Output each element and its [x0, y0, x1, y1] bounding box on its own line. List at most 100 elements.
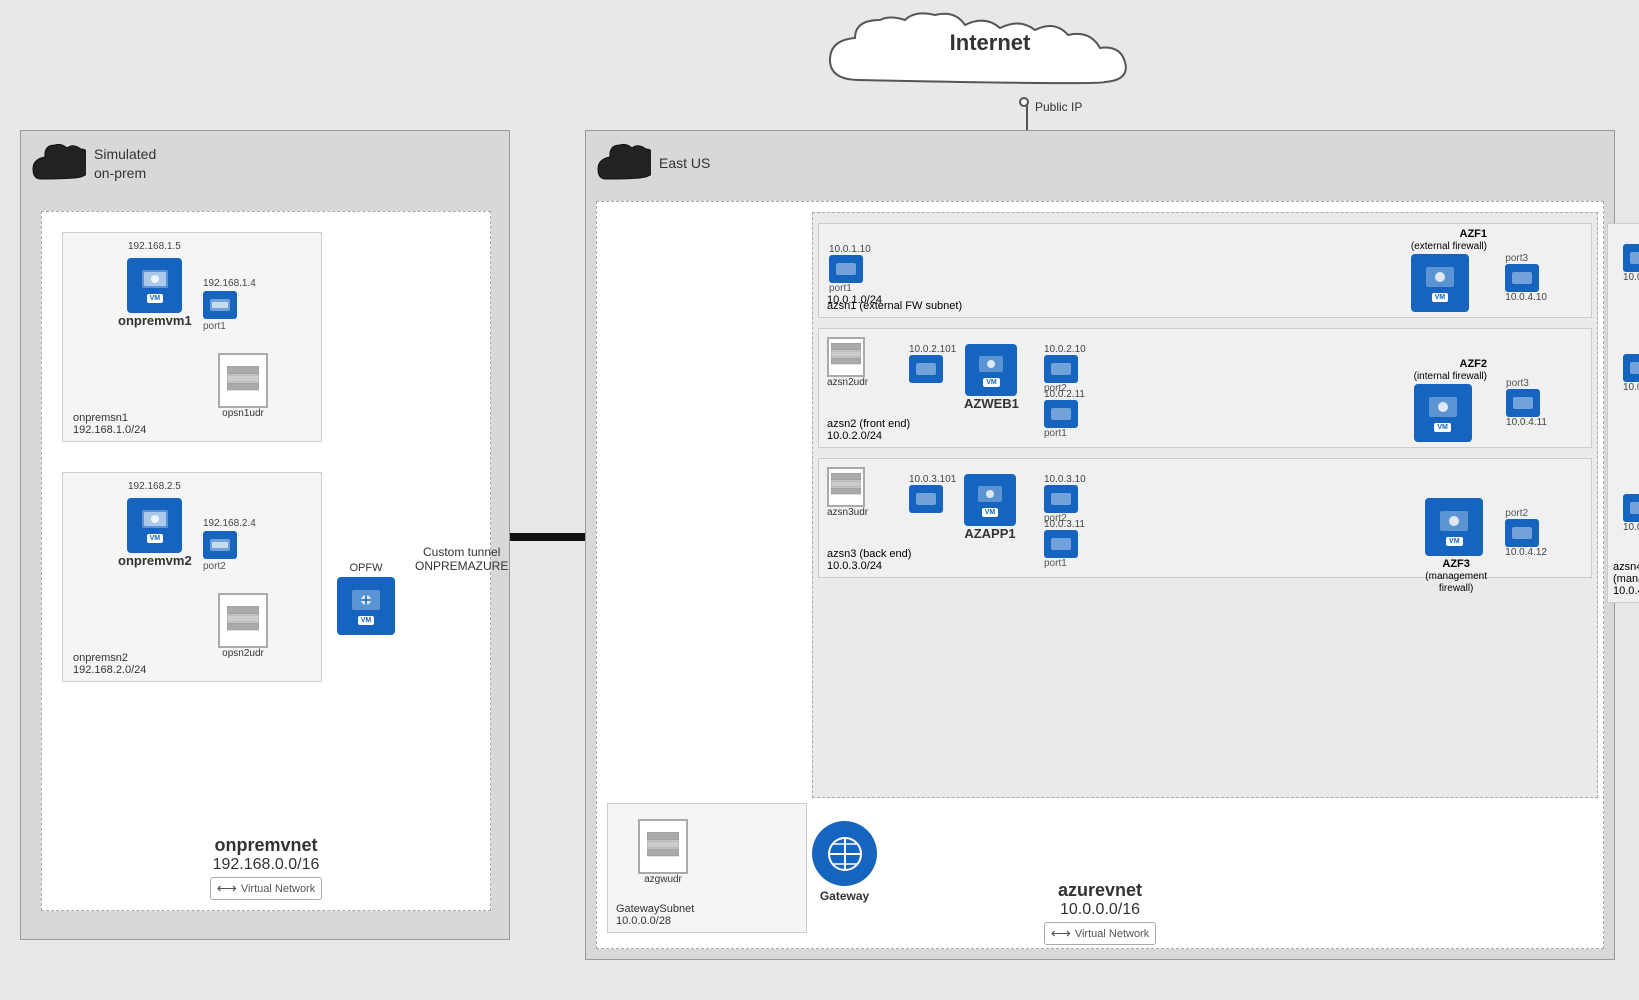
- azf1-port1-ip: 10.0.1.10: [829, 244, 871, 255]
- onpremvm2-nic-icon: [203, 531, 237, 559]
- azsn3udr-node: azsn3udr: [827, 467, 868, 518]
- left-cloud-icon: [31, 141, 86, 186]
- azsn4-nic3-icon: [1623, 494, 1639, 522]
- opfw-label: OPFW: [337, 562, 395, 574]
- onpremvm2-label: onpremvm2: [118, 553, 192, 568]
- opsn1udr-node: opsn1udr: [218, 353, 268, 419]
- azgwudr-node: azgwudr: [638, 819, 688, 885]
- onpremvm1-nic-icon: [203, 291, 237, 319]
- azweb1-label: AZWEB1: [964, 396, 1019, 411]
- onpremvnet-footer: onpremvnet 192.168.0.0/16 ⟷ Virtual Netw…: [42, 835, 490, 900]
- public-ip-label: Public IP: [1035, 100, 1082, 114]
- azf2-header: AZF2 (internal firewall): [1414, 358, 1487, 382]
- azsn4-nic2-icon: [1623, 354, 1639, 382]
- azweb1-nic1-ip: 10.0.2.101: [909, 344, 956, 355]
- left-region-header: Simulated on-prem: [31, 141, 156, 186]
- azapp1-nic-left: 10.0.3.101: [909, 474, 956, 513]
- azgwudr-icon: [638, 819, 688, 874]
- azweb1-icon: VM: [965, 344, 1017, 396]
- azf3-nic-left-icon: [1044, 530, 1078, 558]
- azf1-icon: VM: [1411, 254, 1469, 312]
- opsn2udr-icon: [218, 593, 268, 648]
- diagram-container: Internet Public IP Simulated on-prem 192…: [0, 0, 1639, 1000]
- azapp1-nic-left-icon: [909, 485, 943, 513]
- onpremvm1-nic-ip: 192.168.1.4: [203, 278, 256, 289]
- azf3-nic-right-icon: [1505, 519, 1539, 547]
- onpremvm2-icon: VM: [127, 498, 182, 553]
- left-region: Simulated on-prem 192.168.1.5 VM onpremv…: [20, 130, 510, 940]
- azurevnet-badge: ⟷ Virtual Network: [1044, 922, 1156, 945]
- left-region-label: Simulated on-prem: [94, 145, 156, 181]
- onpremvm1-port-label: port1: [203, 321, 256, 332]
- azf2-nic-left: 10.0.2.11 port1: [1044, 389, 1085, 439]
- azf2-nic-left-icon: [1044, 400, 1078, 428]
- right-region: East US azgwudr: [585, 130, 1615, 960]
- gateway-icon: [812, 821, 877, 886]
- right-cloud-icon: [596, 141, 651, 186]
- opfw-node: OPFW VM: [337, 562, 395, 635]
- azsn4-box: 10.0.4.10 10.0.4.11 10.0.4.1: [1607, 223, 1639, 603]
- azapp1-nic-right-icon: [1044, 485, 1078, 513]
- azsn3-label: azsn3 (back end) 10.0.3.0/24: [827, 548, 911, 572]
- azf2-icon: VM: [1414, 384, 1472, 442]
- azweb1-node: VM AZWEB1: [964, 344, 1019, 411]
- azsn4-nic2: 10.0.4.11: [1623, 354, 1639, 393]
- tunnel-label: Custom tunnel ONPREMAZURE: [415, 545, 508, 573]
- opsn1udr-icon: [218, 353, 268, 408]
- onpremsn1-label: onpremsn1 192.168.1.0/24: [73, 412, 146, 436]
- azapp1-nic2-ip: 10.0.3.10: [1044, 474, 1086, 485]
- azsn4-nic1-icon: [1623, 244, 1639, 272]
- azf1-nic-right-icon: [1505, 264, 1539, 292]
- onpremvm2-port-label: port2: [203, 561, 256, 572]
- onpremvm2-nic-ip: 192.168.2.4: [203, 518, 256, 529]
- internet-cloud: Internet: [780, 10, 1200, 120]
- onpremvm1-icon: VM: [127, 258, 182, 313]
- azf1-label: AZF1 (external firewall): [1411, 228, 1487, 252]
- public-ip-dot: [1019, 97, 1029, 107]
- azf3-port1-ip: 10.0.3.11: [1044, 519, 1085, 530]
- azf3-label: AZF3 (management firewall): [1425, 558, 1487, 594]
- onpremvnet-badge: ⟷ Virtual Network: [210, 877, 322, 900]
- azf2-port3-ip: 10.0.4.11: [1506, 417, 1547, 428]
- azapp1-label: AZAPP1: [964, 526, 1015, 541]
- azsn4-label: azsn4 (management) 10.0.4.0/24: [1613, 561, 1639, 597]
- azf3-port2-ip: 10.0.4.12: [1505, 547, 1547, 558]
- onpremvm1-ip-above: 192.168.1.5: [128, 241, 181, 252]
- azurevnet-box: azgwudr GatewaySubnet 10.0.0.0/28: [596, 201, 1604, 949]
- azsn1-cidr: 10.0.1.0/24: [827, 279, 882, 312]
- azurevnet-cidr: 10.0.0.0/16: [597, 901, 1603, 919]
- azf2-port1-ip: 10.0.2.11: [1044, 389, 1085, 400]
- subnet-onpremsn2: 192.168.2.5 VM onpremvm2 192.168.2.4 por…: [62, 472, 322, 682]
- right-region-header: East US: [596, 141, 710, 186]
- subnet-onpremsn1: 192.168.1.5 VM onpremvm1 192.168.1.4 por…: [62, 232, 322, 442]
- azweb1-nic-left-icon: [909, 355, 943, 383]
- azsn2udr-node: azsn2udr: [827, 337, 868, 388]
- azapp1-icon: VM: [964, 474, 1016, 526]
- azf2-node: AZF2 (internal firewall) VM: [1414, 358, 1487, 442]
- onpremsn2-label: onpremsn2 192.168.2.0/24: [73, 652, 146, 676]
- azf2-nic-right-icon: [1506, 389, 1540, 417]
- opsn2udr-node: opsn2udr: [218, 593, 268, 659]
- azsn3udr-icon: [827, 467, 865, 507]
- onpremvm1-node: VM onpremvm1: [118, 258, 192, 328]
- azurevnet-name: azurevnet: [597, 880, 1603, 901]
- azsn2-label: azsn2 (front end) 10.0.2.0/24: [827, 418, 910, 442]
- azf2-nic-right: port3 10.0.4.11: [1506, 378, 1547, 428]
- azf1-node: AZF1 (external firewall) VM: [1411, 228, 1487, 312]
- azf1-nic-right: port3 10.0.4.10: [1505, 253, 1547, 303]
- azweb1-nic-right-icon: [1044, 355, 1078, 383]
- azf3-icon: VM: [1425, 498, 1483, 556]
- azsn2udr-icon: [827, 337, 865, 377]
- onpremvm1-nic: 192.168.1.4 port1: [203, 278, 256, 332]
- azsn3udr-label: azsn3udr: [827, 507, 868, 518]
- azurevnet-footer: azurevnet 10.0.0.0/16 ⟷ Virtual Network: [597, 880, 1603, 945]
- opfw-icon: VM: [337, 577, 395, 635]
- opsn1udr-label: opsn1udr: [218, 408, 268, 419]
- azsn2udr-label: azsn2udr: [827, 377, 868, 388]
- azsn4-nic1: 10.0.4.10: [1623, 244, 1639, 283]
- azapp1-nic1-ip: 10.0.3.101: [909, 474, 956, 485]
- onpremvm2-nic: 192.168.2.4 port2: [203, 518, 256, 572]
- azf3-nic-right: port2 10.0.4.12: [1505, 508, 1547, 558]
- azweb1-nic-right: 10.0.2.10 port2: [1044, 344, 1086, 394]
- azapp1-node: VM AZAPP1: [964, 474, 1016, 541]
